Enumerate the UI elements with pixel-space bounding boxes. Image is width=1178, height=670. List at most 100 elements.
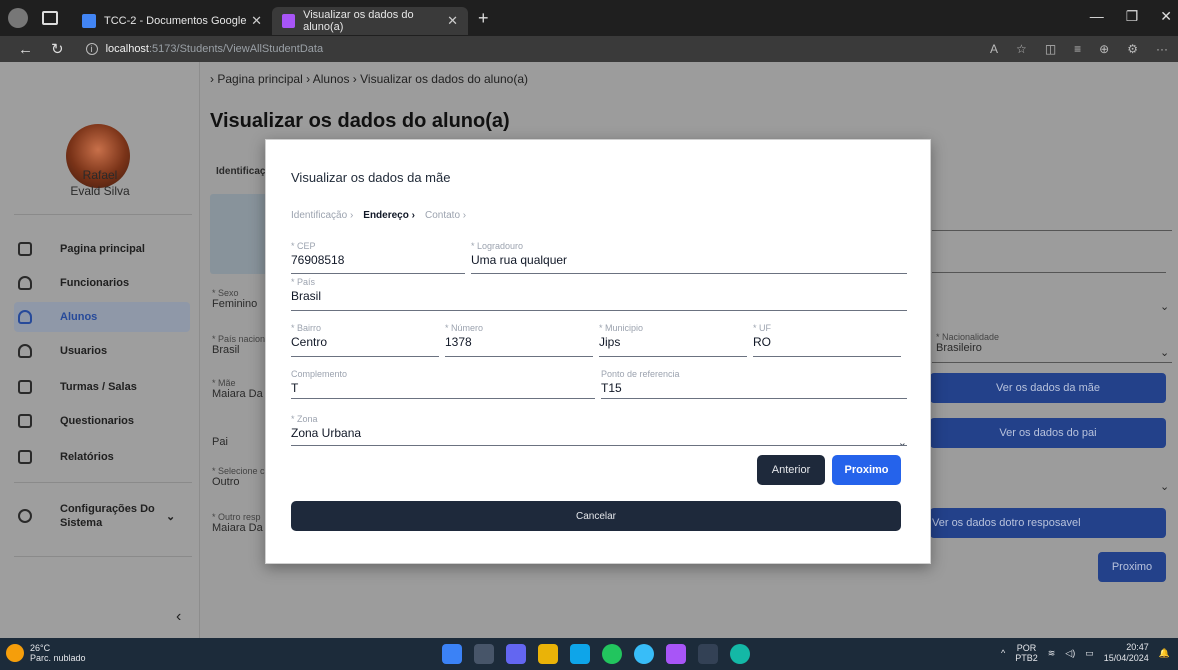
sidebar-item-usuarios[interactable]: Usuarios (18, 336, 194, 366)
sidebar-item-pagina-principal[interactable]: Pagina principal (18, 234, 194, 264)
pais-nacionalidade-field[interactable]: * País nacion Brasil (212, 334, 265, 356)
user-icon (18, 344, 32, 358)
visual-studio-icon[interactable] (666, 644, 686, 664)
info-icon[interactable]: i (85, 43, 98, 55)
split-screen-icon[interactable]: ◫ (1045, 42, 1056, 56)
read-aloud-icon[interactable]: A (990, 42, 998, 56)
ponto-referencia-field[interactable]: Ponto de referencia T15 (601, 369, 907, 399)
back-icon[interactable]: ← (18, 41, 33, 58)
wifi-icon[interactable]: ≋ (1048, 648, 1056, 659)
battery-icon[interactable]: ▭ (1085, 648, 1094, 659)
sidebar-item-relatorios[interactable]: Relatórios (18, 442, 194, 472)
mae-field[interactable]: * Mãe Maiara Da (212, 378, 263, 400)
new-tab-button[interactable]: + (478, 8, 489, 29)
field-underline (932, 362, 1172, 363)
sidebar-item-funcionarios[interactable]: Funcionarios (18, 268, 194, 298)
close-tab-icon[interactable]: ✕ (447, 13, 458, 29)
tab-actions-icon[interactable] (42, 11, 58, 25)
chevron-down-icon[interactable]: ⌄ (1160, 346, 1169, 359)
terminal-icon[interactable] (698, 644, 718, 664)
close-window-icon[interactable]: ✕ (1160, 8, 1172, 25)
logradouro-field[interactable]: * Logradouro Uma rua qualquer (471, 241, 907, 274)
whatsapp-icon[interactable] (602, 644, 622, 664)
collapse-sidebar-icon[interactable]: ‹ (176, 608, 181, 626)
step-contato[interactable]: Contato › (425, 210, 466, 221)
breadcrumb-item[interactable]: Pagina principal (217, 72, 302, 86)
selecione-field[interactable]: * Selecione c Outro (212, 466, 265, 488)
language-indicator[interactable]: POR PTB2 (1015, 643, 1038, 663)
sidebar-item-questionarios[interactable]: Questionarios (18, 406, 194, 436)
more-icon[interactable]: ··· (1156, 42, 1168, 56)
volume-icon[interactable]: ◁) (1065, 648, 1075, 659)
windows-start-icon[interactable] (442, 644, 462, 664)
step-endereco[interactable]: Endereço › (363, 210, 415, 221)
app-icon[interactable] (634, 644, 654, 664)
sidebar-item-configuracoes[interactable]: Configurações Do Sistema ⌄ (18, 496, 194, 536)
close-tab-icon[interactable]: ✕ (251, 13, 262, 29)
browser-tab-docs[interactable]: TCC-2 - Documentos Google ✕ (72, 7, 272, 35)
field-underline (291, 356, 439, 357)
breadcrumb-item[interactable]: Alunos (313, 72, 350, 86)
app-icon[interactable] (730, 644, 750, 664)
favorite-star-icon[interactable]: ☆ (1016, 42, 1027, 56)
sidebar-item-alunos[interactable]: Alunos (14, 302, 190, 332)
ver-dados-outro-button[interactable]: Ver os dados dotro resposavel (930, 508, 1166, 538)
browser-tab-active[interactable]: Visualizar os dados do aluno(a) ✕ (272, 7, 468, 35)
uf-field[interactable]: * UF RO (753, 323, 901, 357)
sidebar-divider (14, 214, 192, 215)
chevron-down-icon: ⌄ (897, 437, 907, 449)
minimize-icon[interactable]: — (1090, 8, 1104, 25)
refresh-icon[interactable]: ↻ (51, 40, 64, 58)
bairro-field[interactable]: * Bairro Centro (291, 323, 439, 357)
field-underline (753, 356, 901, 357)
ident-tab-label[interactable]: Identificaç (216, 166, 265, 177)
edge-icon[interactable] (570, 644, 590, 664)
collections-icon[interactable]: ⊕ (1099, 42, 1109, 56)
bairro-label: * Bairro (291, 323, 322, 333)
chevron-down-icon[interactable]: ⌄ (1160, 480, 1169, 493)
url-field[interactable]: i localhost :5173/Students/ViewAllStuden… (85, 43, 323, 55)
sexo-field[interactable]: * Sexo Feminino (212, 288, 257, 310)
cancelar-button[interactable]: Cancelar (291, 501, 901, 531)
proximo-button[interactable]: Proximo (1098, 552, 1166, 582)
docs-favicon-icon (82, 14, 96, 28)
municipio-value: Jips (599, 335, 621, 349)
pais-field[interactable]: * País Brasil (291, 277, 907, 311)
step-label: Identificação (291, 210, 348, 221)
sidebar-item-label: Pagina principal (60, 243, 145, 255)
numero-value: 1378 (445, 335, 472, 349)
document-icon (18, 414, 32, 428)
cep-field[interactable]: * CEP 76908518 (291, 241, 465, 274)
file-explorer-icon[interactable] (538, 644, 558, 664)
ver-dados-pai-button[interactable]: Ver os dados do pai (930, 418, 1166, 448)
chevron-up-icon[interactable]: ^ (1001, 648, 1005, 658)
restore-icon[interactable]: ❐ (1126, 8, 1139, 25)
ver-dados-mae-button[interactable]: Ver os dados da mãe (930, 373, 1166, 403)
document-icon (18, 450, 32, 464)
chevron-down-icon[interactable]: ⌄ (1160, 300, 1169, 313)
profile-icon[interactable] (8, 8, 28, 28)
sidebar-item-turmas[interactable]: Turmas / Salas (18, 372, 194, 402)
clock[interactable]: 20:47 15/04/2024 (1104, 642, 1149, 664)
chevron-down-icon[interactable]: ⌄ (166, 510, 175, 523)
notification-bell-icon[interactable]: 🔔 (1159, 648, 1170, 659)
outro-responsavel-field[interactable]: * Outro resp Maiara Da (212, 512, 263, 534)
proximo-button[interactable]: Proximo (832, 455, 901, 485)
grid-icon (18, 242, 32, 256)
extensions-icon[interactable]: ⚙ (1127, 42, 1138, 56)
favorites-icon[interactable]: ≡ (1074, 42, 1081, 56)
municipio-field[interactable]: * Municipio Jips (599, 323, 747, 357)
pai-field[interactable]: Pai (212, 436, 228, 448)
nacionalidade-field[interactable]: * Nacionalidade Brasileiro (936, 332, 999, 354)
weather-widget[interactable]: 26°C Parc. nublado (6, 643, 86, 663)
anterior-button[interactable]: Anterior (757, 455, 825, 485)
breadcrumb-item[interactable]: Visualizar os dados do aluno(a) (360, 72, 528, 86)
field-underline (932, 230, 1172, 231)
complemento-field[interactable]: Complemento T (291, 369, 595, 399)
step-identificacao[interactable]: Identificação › (291, 210, 353, 221)
task-view-icon[interactable] (474, 644, 494, 664)
numero-field[interactable]: * Número 1378 (445, 323, 593, 357)
zona-select[interactable]: * Zona Zona Urbana ⌄ (291, 414, 907, 449)
browser-toolbar: A ☆ ◫ ≡ ⊕ ⚙ ··· (990, 42, 1168, 56)
teams-icon[interactable] (506, 644, 526, 664)
